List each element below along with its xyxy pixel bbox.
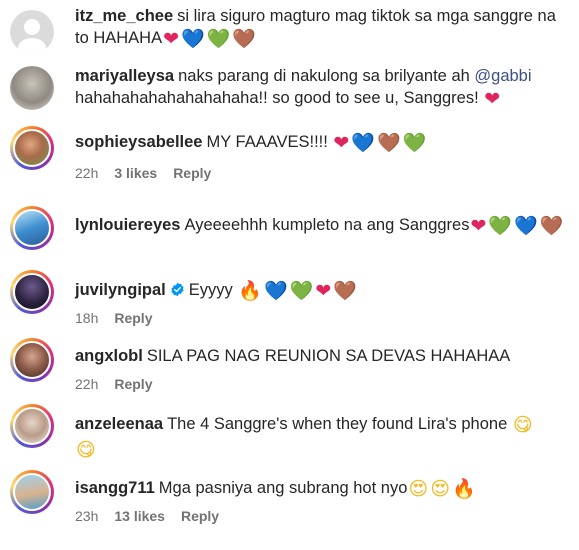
comment-username[interactable]: sophieysabellee [75, 133, 202, 151]
reply-button[interactable]: Reply [173, 165, 211, 181]
comment-body: MY FAAAVES!!!! [206, 133, 333, 151]
comment-username[interactable]: itz_me_chee [75, 7, 173, 25]
comment-username[interactable]: mariyalleysa [75, 67, 174, 85]
red-heart-icon: ❤ [163, 28, 180, 50]
comment-body: Eyyyy [188, 281, 238, 299]
verified-badge-icon [171, 282, 184, 297]
green-heart-icon: 💚 [488, 215, 513, 237]
comment-text: itz_me_chee si lira siguro magturo mag ti… [75, 5, 569, 49]
comment-username[interactable]: anzeleenaa [75, 415, 163, 433]
reply-button[interactable]: Reply [181, 508, 219, 524]
blue-heart-icon: 💙 [351, 132, 376, 154]
avatar[interactable] [10, 10, 54, 54]
comment-body: naks parang di nakulong sa brilyante ah [178, 67, 475, 85]
comment-timestamp[interactable]: 18h [75, 310, 98, 326]
red-heart-icon: ❤ [484, 88, 501, 110]
comment-body: Mga pasniya ang subrang hot nyo [158, 479, 408, 497]
brown-heart-icon: 🤎 [377, 132, 401, 154]
yum-face-icon: 😋 [512, 414, 533, 436]
heart-eyes-icon: 😍 [408, 478, 429, 500]
comment-username[interactable]: isangg711 [75, 479, 155, 497]
comment-body: hahahahahahahahahaha!! so good to see u,… [75, 89, 484, 107]
comment-meta: 18h Reply [75, 310, 569, 326]
avatar[interactable] [10, 338, 54, 382]
comment-text: mariyalleysa naks parang di nakulong sa b… [75, 65, 569, 109]
comment-text: angxlobl SILA PAG NAG REUNION SA DEVAS HA… [75, 345, 569, 367]
comment-username[interactable]: angxlobl [75, 347, 143, 365]
comment-text: sophieysabellee MY FAAAVES!!!! ❤ 💙 🤎 💚 [75, 131, 569, 153]
avatar[interactable] [10, 270, 54, 314]
blue-heart-icon: 💙 [181, 28, 205, 50]
blue-heart-icon: 💙 [514, 215, 538, 237]
yum-face-icon: 😋 [76, 439, 96, 461]
heart-eyes-icon: 😍 [430, 478, 451, 500]
comment-meta: 22h Reply [75, 376, 569, 392]
red-heart-icon: ❤ [470, 215, 487, 237]
avatar[interactable] [10, 126, 54, 170]
comment-timestamp[interactable]: 23h [75, 508, 98, 524]
comment-username[interactable]: juvilyngipal [75, 281, 166, 299]
red-heart-icon: ❤ [315, 280, 332, 302]
comment-likes[interactable]: 3 likes [114, 165, 157, 181]
comment-text: lynlouiereyes Ayeeeehhh kumpleto na ang S… [75, 212, 569, 239]
avatar[interactable] [10, 404, 54, 448]
fire-icon: 🔥 [238, 280, 263, 302]
avatar[interactable] [10, 206, 54, 250]
green-heart-icon: 💚 [289, 280, 314, 302]
comment-timestamp[interactable]: 22h [75, 376, 98, 392]
comment-likes[interactable]: 13 likes [114, 508, 165, 524]
green-heart-icon: 💚 [206, 28, 231, 50]
blue-heart-icon: 💙 [264, 280, 288, 302]
comment-body: The 4 Sanggre's when they found Lira's p… [167, 415, 512, 433]
comment-text: isangg711 Mga pasniya ang subrang hot nyo… [75, 477, 569, 499]
mention-link[interactable]: @gabbi [474, 67, 531, 85]
avatar[interactable] [10, 66, 54, 110]
avatar[interactable] [10, 470, 54, 514]
red-heart-icon: ❤ [333, 132, 350, 154]
brown-heart-icon: 🤎 [539, 215, 564, 237]
comment-meta: 22h 3 likes Reply [75, 165, 569, 181]
comment-text: anzeleenaa The 4 Sanggre's when they foun… [75, 412, 569, 462]
brown-heart-icon: 🤎 [232, 28, 257, 50]
comment-body: SILA PAG NAG REUNION SA DEVAS HAHAHAA [146, 347, 511, 365]
comment-username[interactable]: lynlouiereyes [75, 216, 180, 234]
brown-heart-icon: 🤎 [333, 280, 357, 302]
fire-icon: 🔥 [452, 478, 476, 500]
comment-meta: 23h 13 likes Reply [75, 508, 569, 524]
reply-button[interactable]: Reply [114, 376, 152, 392]
comment-text: juvilyngipal Eyyyy 🔥 💙 💚 ❤ 🤎 [75, 279, 569, 301]
comments-list: itz_me_chee si lira siguro magturo mag ti… [0, 0, 579, 550]
reply-button[interactable]: Reply [114, 310, 152, 326]
comment-body: Ayeeeehhh kumpleto na ang Sanggres [184, 216, 470, 234]
comment-timestamp[interactable]: 22h [75, 165, 98, 181]
green-heart-icon: 💚 [402, 132, 427, 154]
